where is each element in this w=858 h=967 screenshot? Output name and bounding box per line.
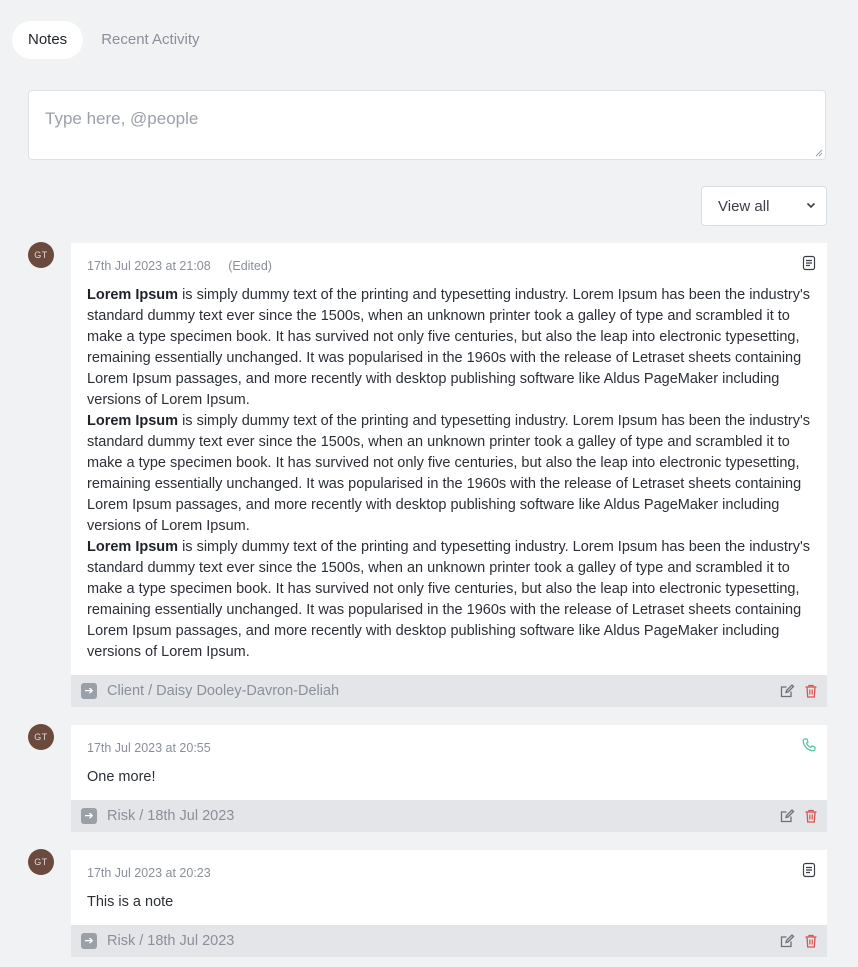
- avatar: GT: [28, 724, 54, 750]
- note-footer: ➔ Risk / 18th Jul 2023: [71, 925, 827, 957]
- chevron-down-icon: [806, 200, 816, 213]
- arrow-right-icon: ➔: [81, 683, 97, 699]
- avatar: GT: [28, 849, 54, 875]
- note-timestamp: 17th Jul 2023 at 20:23: [87, 866, 211, 880]
- edit-icon[interactable]: [779, 683, 795, 699]
- note-link[interactable]: Client / Daisy Dooley-Davron-Deliah: [107, 683, 339, 699]
- avatar: GT: [28, 242, 54, 268]
- note-content: Lorem Ipsum is simply dummy text of the …: [87, 273, 811, 663]
- trash-icon[interactable]: [803, 683, 819, 699]
- note-content: This is a note: [87, 880, 811, 913]
- note-card: 17th Jul 2023 at 21:08 (Edited) Lorem Ip…: [71, 243, 827, 707]
- note-card: 17th Jul 2023 at 20:23 This is a note ➔ …: [71, 850, 827, 957]
- note-timestamp: 17th Jul 2023 at 20:55: [87, 741, 211, 755]
- note-paragraph: This is a note: [87, 894, 174, 910]
- note-content: One more!: [87, 755, 811, 788]
- edit-icon[interactable]: [779, 933, 795, 949]
- edit-icon[interactable]: [779, 808, 795, 824]
- document-icon: [802, 862, 816, 878]
- document-icon: [802, 255, 816, 271]
- note-meta: 17th Jul 2023 at 20:55: [87, 725, 811, 755]
- phone-icon: [802, 738, 816, 752]
- arrow-right-icon: ➔: [81, 808, 97, 824]
- note-timestamp: 17th Jul 2023 at 21:08: [87, 259, 211, 273]
- note-card: 17th Jul 2023 at 20:55 One more! ➔ Risk …: [71, 725, 827, 832]
- tab-bar: Notes Recent Activity: [12, 21, 218, 59]
- view-filter-value: View all: [718, 197, 770, 215]
- edited-label: (Edited): [228, 259, 272, 273]
- note-paragraph: One more!: [87, 769, 156, 785]
- note-footer: ➔ Client / Daisy Dooley-Davron-Deliah: [71, 675, 827, 707]
- view-filter-select[interactable]: View all: [701, 186, 827, 226]
- trash-icon[interactable]: [803, 933, 819, 949]
- trash-icon[interactable]: [803, 808, 819, 824]
- resize-grip-icon[interactable]: [815, 149, 823, 157]
- note-composer: [28, 90, 826, 160]
- tab-notes[interactable]: Notes: [12, 21, 84, 59]
- note-paragraph: Lorem Ipsum is simply dummy text of the …: [87, 539, 810, 660]
- note-meta: 17th Jul 2023 at 20:23: [87, 850, 811, 880]
- note-paragraph: Lorem Ipsum is simply dummy text of the …: [87, 287, 810, 408]
- note-footer: ➔ Risk / 18th Jul 2023: [71, 800, 827, 832]
- note-link[interactable]: Risk / 18th Jul 2023: [107, 933, 234, 949]
- note-input[interactable]: [29, 91, 825, 159]
- arrow-right-icon: ➔: [81, 933, 97, 949]
- note-meta: 17th Jul 2023 at 21:08 (Edited): [87, 243, 811, 273]
- tab-recent-activity[interactable]: Recent Activity: [85, 21, 215, 59]
- note-link[interactable]: Risk / 18th Jul 2023: [107, 808, 234, 824]
- note-paragraph: Lorem Ipsum is simply dummy text of the …: [87, 413, 810, 534]
